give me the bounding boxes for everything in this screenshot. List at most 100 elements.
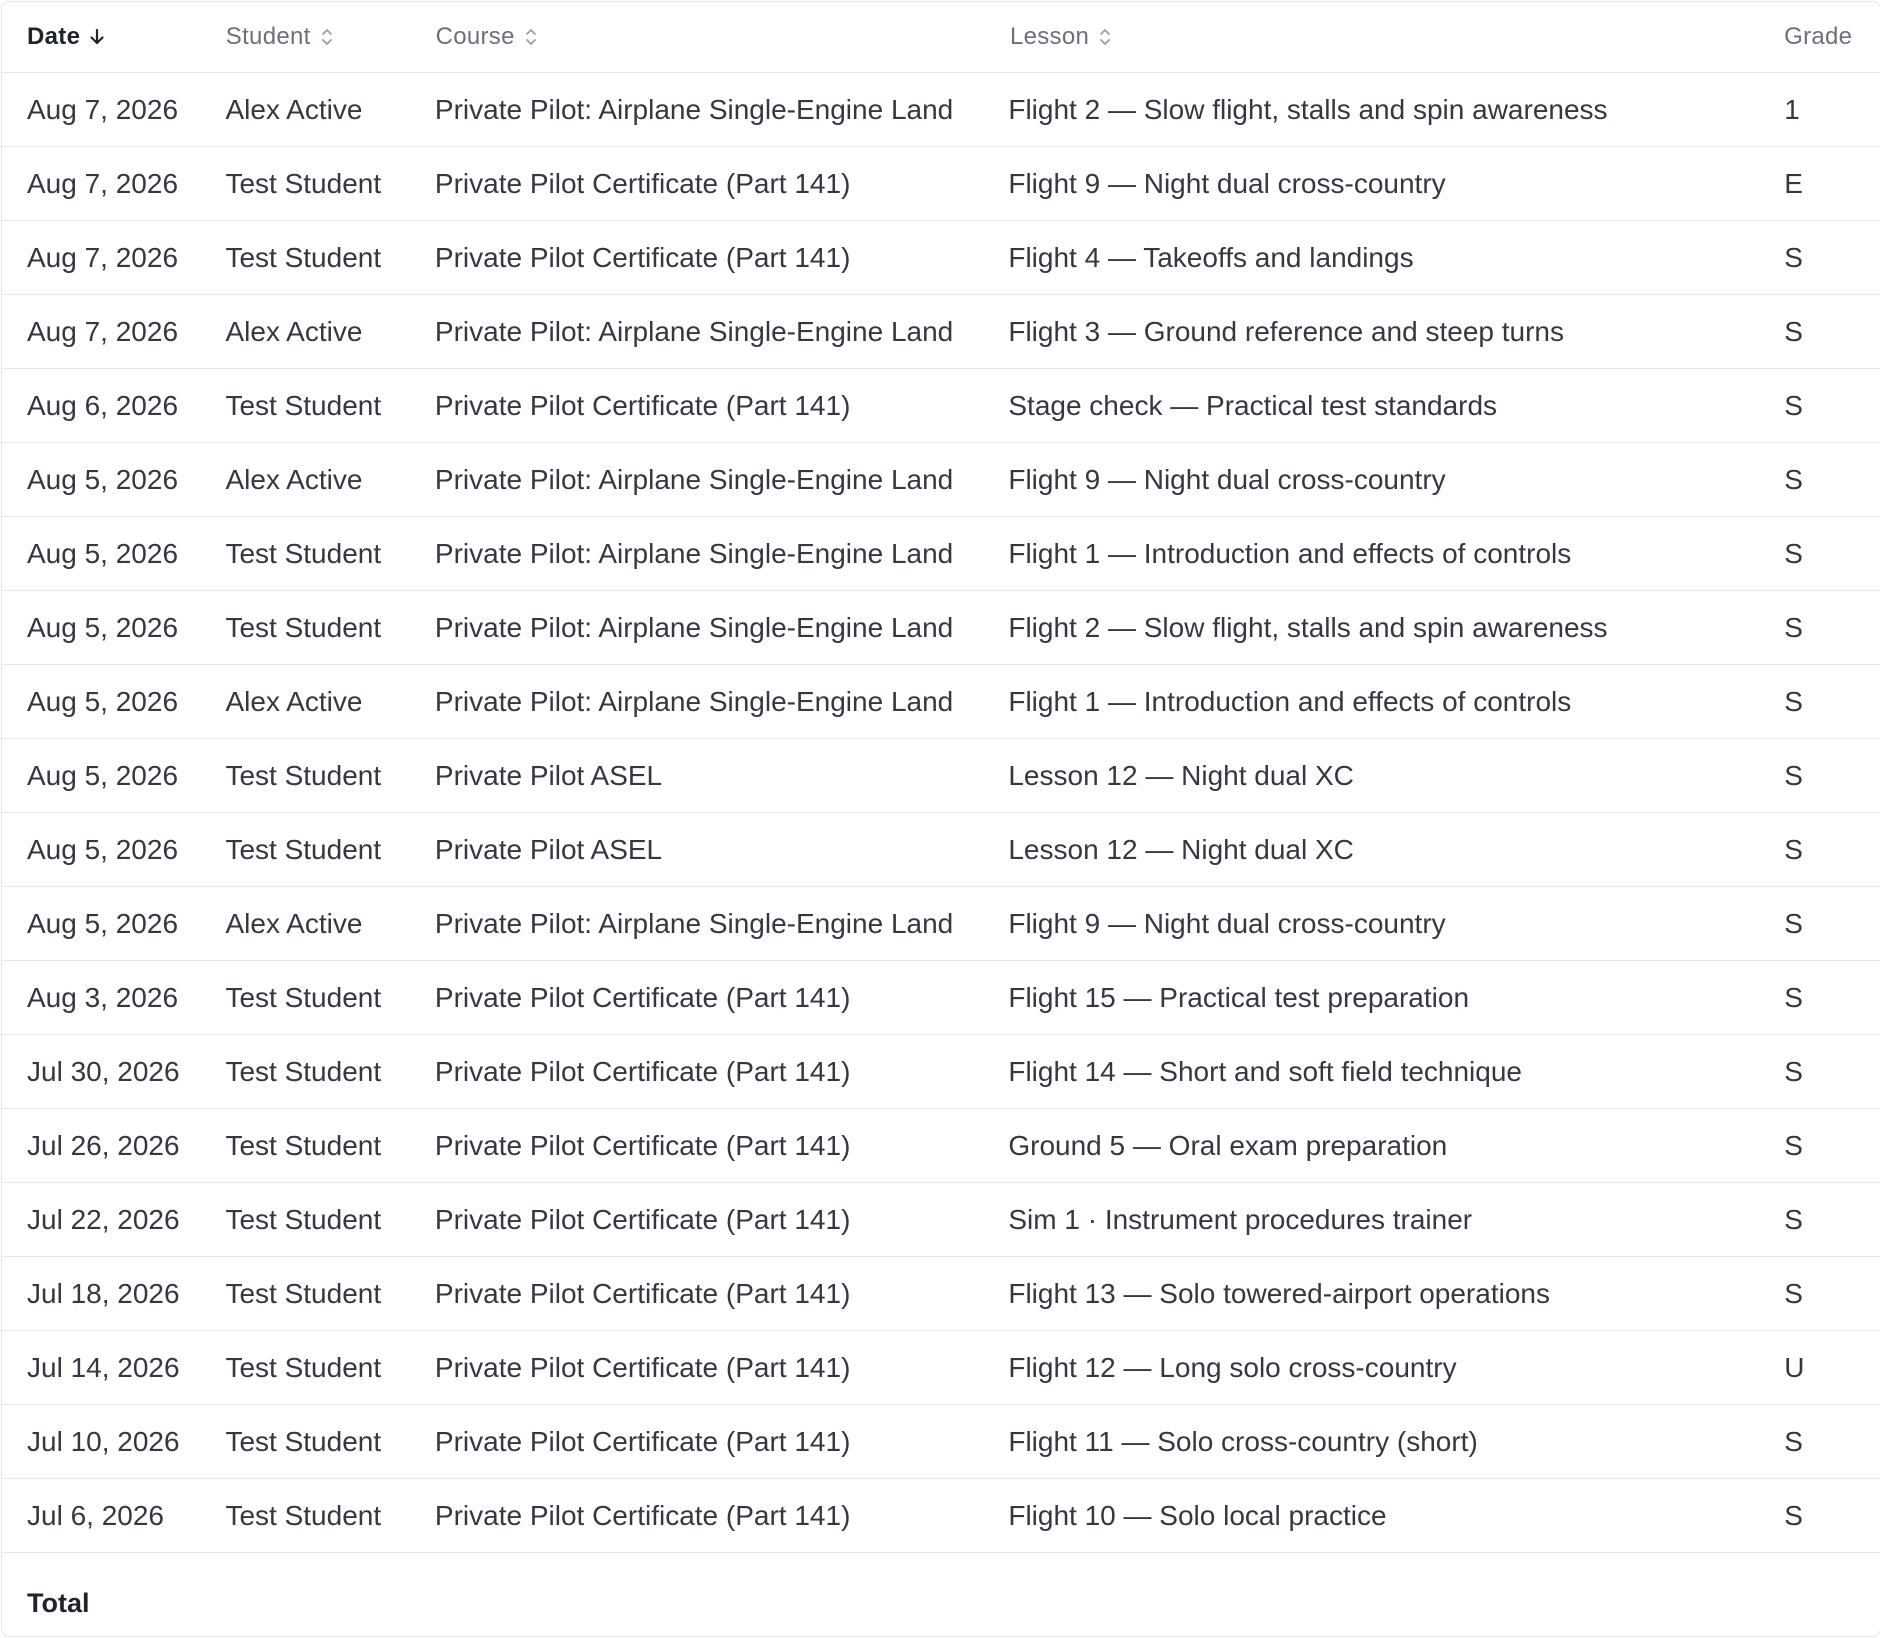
cell-grade: S <box>1784 685 1803 717</box>
cell-course: Private Pilot Certificate (Part 141) <box>434 167 851 199</box>
cell-date: Jul 10, 2026 <box>27 1425 180 1457</box>
cell-course: Private Pilot ASEL <box>434 759 663 791</box>
table-row[interactable]: Aug 7, 2026 Alex Active Private Pilot: Air… <box>2 73 1880 147</box>
cell-grade: E <box>1784 167 1803 199</box>
cell-course: Private Pilot Certificate (Part 141) <box>434 1351 851 1383</box>
cell-grade: S <box>1784 241 1803 273</box>
cell-lesson: Flight 13 — Solo towered-airport operati… <box>1008 1277 1550 1309</box>
cell-course: Private Pilot: Airplane Single-Engine La… <box>434 537 954 569</box>
table-row[interactable]: Aug 5, 2026 Alex Active Private Pilot: Air… <box>2 665 1880 739</box>
cell-date: Jul 30, 2026 <box>27 1055 180 1087</box>
cell-date: Aug 7, 2026 <box>27 167 179 199</box>
cell-student: Test Student <box>225 1203 382 1235</box>
table-row[interactable]: Jul 26, 2026 Test Student Private Pilot Ce… <box>2 1109 1880 1183</box>
cell-student: Test Student <box>225 981 382 1013</box>
column-header-label: Grade <box>1784 23 1853 50</box>
table-row[interactable]: Jul 18, 2026 Test Student Private Pilot Ce… <box>2 1257 1880 1331</box>
chevron-up-down-icon <box>319 26 335 48</box>
cell-course: Private Pilot Certificate (Part 141) <box>434 241 851 273</box>
table-row[interactable]: Jul 14, 2026 Test Student Private Pilot Ce… <box>2 1331 1880 1405</box>
cell-lesson: Flight 1 — Introduction and effects of c… <box>1008 685 1572 717</box>
cell-date: Aug 6, 2026 <box>27 389 179 421</box>
table-footer: Total <box>2 1553 1880 1636</box>
table-row[interactable]: Jul 6, 2026 Test Student Private Pilot Cer… <box>2 1479 1880 1553</box>
table-row[interactable]: Aug 5, 2026 Test Student Private Pilot ASE… <box>2 739 1880 813</box>
cell-grade: S <box>1784 1129 1803 1161</box>
cell-grade: S <box>1784 463 1803 495</box>
cell-student: Test Student <box>225 611 382 643</box>
table-row[interactable]: Aug 6, 2026 Test Student Private Pilot Cer… <box>2 369 1880 443</box>
cell-student: Test Student <box>225 389 382 421</box>
cell-date: Aug 5, 2026 <box>27 833 179 865</box>
cell-date: Jul 26, 2026 <box>27 1129 180 1161</box>
table-row[interactable]: Aug 7, 2026 Test Student Private Pilot Cer… <box>2 147 1880 221</box>
cell-lesson: Flight 2 — Slow flight, stalls and spin … <box>1008 93 1608 125</box>
column-header-date[interactable]: Date <box>2 23 226 51</box>
cell-course: Private Pilot Certificate (Part 141) <box>434 389 851 421</box>
cell-student: Alex Active <box>225 93 363 125</box>
table-row[interactable]: Aug 5, 2026 Alex Active Private Pilot: Air… <box>2 887 1880 961</box>
cell-date: Jul 14, 2026 <box>27 1351 180 1383</box>
table-row[interactable]: Jul 22, 2026 Test Student Private Pilot Ce… <box>2 1183 1880 1257</box>
cell-student: Test Student <box>225 167 382 199</box>
cell-lesson: Sim 1 · Instrument procedures trainer <box>1008 1203 1473 1235</box>
table-row[interactable]: Aug 5, 2026 Test Student Private Pilot ASE… <box>2 813 1880 887</box>
column-header-course[interactable]: Course <box>436 23 1010 51</box>
cell-student: Test Student <box>225 1351 382 1383</box>
cell-lesson: Ground 5 — Oral exam preparation <box>1008 1129 1448 1161</box>
cell-date: Jul 6, 2026 <box>27 1499 164 1531</box>
table-row[interactable]: Aug 5, 2026 Test Student Private Pilot: Ai… <box>2 517 1880 591</box>
column-header-grade[interactable]: Grade <box>1784 23 1880 51</box>
cell-date: Aug 5, 2026 <box>27 611 179 643</box>
table-row[interactable]: Aug 5, 2026 Alex Active Private Pilot: Air… <box>2 443 1880 517</box>
cell-student: Alex Active <box>225 907 363 939</box>
cell-lesson: Flight 9 — Night dual cross-country <box>1008 907 1446 939</box>
cell-lesson: Flight 3 — Ground reference and steep tu… <box>1008 315 1564 347</box>
cell-date: Aug 7, 2026 <box>27 315 179 347</box>
column-header-student[interactable]: Student <box>226 23 436 51</box>
cell-grade: S <box>1784 315 1803 347</box>
cell-date: Aug 5, 2026 <box>27 463 179 495</box>
cell-lesson: Flight 12 — Long solo cross-country <box>1008 1351 1457 1383</box>
cell-lesson: Lesson 12 — Night dual XC <box>1008 759 1354 791</box>
cell-date: Aug 3, 2026 <box>27 981 179 1013</box>
cell-date: Aug 5, 2026 <box>27 759 179 791</box>
cell-lesson: Stage check — Practical test standards <box>1008 389 1498 421</box>
cell-lesson: Flight 1 — Introduction and effects of c… <box>1008 537 1572 569</box>
cell-grade: S <box>1784 537 1803 569</box>
cell-student: Alex Active <box>225 685 363 717</box>
table-row[interactable]: Aug 7, 2026 Test Student Private Pilot Cer… <box>2 221 1880 295</box>
cell-student: Test Student <box>225 1055 382 1087</box>
cell-course: Private Pilot Certificate (Part 141) <box>434 1277 851 1309</box>
cell-lesson: Flight 4 — Takeoffs and landings <box>1008 241 1414 273</box>
chevron-up-down-icon <box>1097 26 1113 48</box>
cell-date: Aug 5, 2026 <box>27 685 179 717</box>
cell-lesson: Lesson 12 — Night dual XC <box>1008 833 1354 865</box>
column-header-label: Course <box>435 23 515 50</box>
column-header-label: Student <box>225 23 311 50</box>
table-row[interactable]: Aug 3, 2026 Test Student Private Pilot Cer… <box>2 961 1880 1035</box>
table-header: Date Student Course Lesson Grade <box>2 2 1880 73</box>
cell-date: Jul 18, 2026 <box>27 1277 180 1309</box>
table-row[interactable]: Aug 7, 2026 Alex Active Private Pilot: Air… <box>2 295 1880 369</box>
cell-grade: S <box>1784 1203 1803 1235</box>
column-header-lesson[interactable]: Lesson <box>1010 23 1784 51</box>
cell-course: Private Pilot: Airplane Single-Engine La… <box>434 463 954 495</box>
cell-course: Private Pilot: Airplane Single-Engine La… <box>434 611 954 643</box>
table-row[interactable]: Jul 30, 2026 Test Student Private Pilot Ce… <box>2 1035 1880 1109</box>
cell-grade: U <box>1784 1351 1805 1383</box>
cell-lesson: Flight 9 — Night dual cross-country <box>1008 463 1446 495</box>
cell-grade: 1 <box>1784 93 1800 125</box>
table-row[interactable]: Jul 10, 2026 Test Student Private Pilot Ce… <box>2 1405 1880 1479</box>
table-row[interactable]: Aug 5, 2026 Test Student Private Pilot: Ai… <box>2 591 1880 665</box>
cell-date: Aug 7, 2026 <box>27 241 179 273</box>
cell-lesson: Flight 9 — Night dual cross-country <box>1008 167 1446 199</box>
cell-course: Private Pilot: Airplane Single-Engine La… <box>434 315 954 347</box>
cell-course: Private Pilot: Airplane Single-Engine La… <box>434 685 954 717</box>
cell-course: Private Pilot Certificate (Part 141) <box>434 1055 851 1087</box>
cell-course: Private Pilot Certificate (Part 141) <box>434 981 851 1013</box>
column-header-label: Lesson <box>1009 23 1090 50</box>
cell-lesson: Flight 10 — Solo local practice <box>1008 1499 1387 1531</box>
cell-lesson: Flight 15 — Practical test preparation <box>1008 981 1470 1013</box>
table-body: Aug 7, 2026 Alex Active Private Pilot: Air… <box>2 73 1880 1553</box>
